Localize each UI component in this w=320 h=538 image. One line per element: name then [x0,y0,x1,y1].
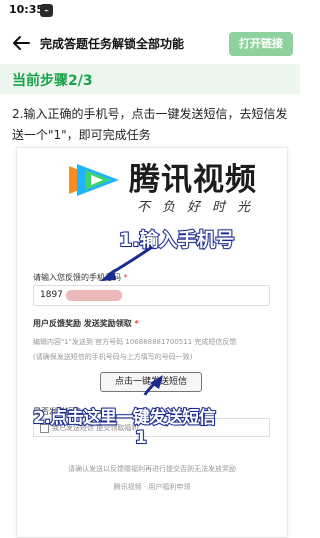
brand-name: 腾讯视频 [129,162,257,198]
annotation-step-1: 1.输入手机号 [118,228,235,252]
annotation-step-2-continued: 1 [134,427,148,449]
open-link-button[interactable]: 打开链接 [229,32,293,56]
sms-hint: 编辑内容"1"发送到 官方号码 106888881700511 完成短信反馈 [33,338,237,346]
notification-icon: ⌁ [40,4,53,17]
status-time: 10:35 [9,3,45,16]
tutorial-image: 腾讯视频 不负好时光 1.输入手机号 请输入您反馈的手机号码 * 1897 用户… [16,147,288,538]
phone-input[interactable]: 1897 [33,285,270,306]
send-sms-button[interactable]: 点击一键发送短信 [100,372,202,392]
footer-note: 请确认发送以反馈赠福利再进行提交否则无法发放奖励 [68,465,236,473]
required-mark: * [123,273,128,282]
required-mark: * [134,319,139,328]
sms-note: (请确保发送短信的手机号码与上方填写的号码一致) [33,353,193,361]
step-label: 当前步骤2/3 [12,73,93,89]
back-arrow-icon[interactable] [10,32,32,54]
page-title: 完成答题任务解锁全部功能 [40,37,185,51]
status-bar: 10:35 ⌁ [0,0,300,22]
phone-label: 请输入您反馈的手机号码 * [33,272,128,283]
brand-slogan: 不负好时光 [137,200,263,215]
redacted-blur [66,290,122,301]
step-indicator: 当前步骤2/3 [0,64,300,94]
annotation-step-2: 2.点击这里一键发送短信 [32,407,217,429]
app-header: 完成答题任务解锁全部功能 打开链接 [0,22,300,64]
tencent-video-logo-icon [69,164,119,196]
reward-label: 用户反馈奖励 发送奖励领取 * [33,318,139,329]
reward-label-text: 用户反馈奖励 发送奖励领取 [33,319,132,328]
phone-value: 1897 [40,290,63,300]
footer-brand: 腾讯视频 · 用户福利申领 [113,483,191,491]
phone-label-text: 请输入您反馈的手机号码 [33,273,121,282]
task-instruction: 2.输入正确的手机号，点击一键发送短信，去短信发送一个"1"，即可完成任务 [12,107,288,142]
